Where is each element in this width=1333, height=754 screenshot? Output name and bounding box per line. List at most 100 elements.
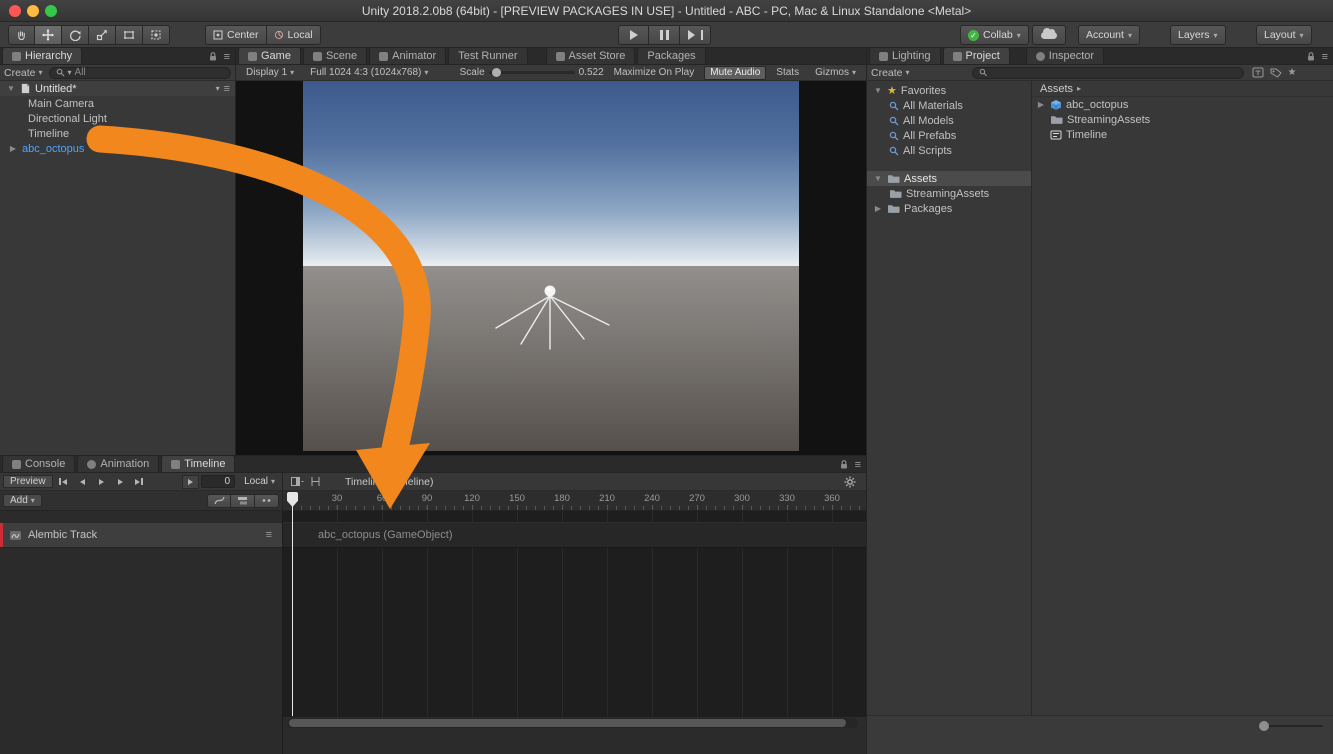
tab-scene[interactable]: Scene xyxy=(303,47,367,64)
lock-icon[interactable] xyxy=(839,459,849,470)
collab-button[interactable]: ✓ Collab ▾ xyxy=(960,25,1029,45)
goto-end-button[interactable] xyxy=(131,475,148,489)
timeline-ruler[interactable]: 306090120150180210240270300330360 xyxy=(283,491,866,511)
expander-icon[interactable]: ▼ xyxy=(873,86,883,95)
panel-menu-icon[interactable]: ≡ xyxy=(224,52,230,62)
scale-slider-handle[interactable] xyxy=(492,68,501,77)
expander-icon[interactable]: ▼ xyxy=(873,174,883,183)
scale-tool-button[interactable] xyxy=(89,25,116,45)
hand-tool-button[interactable] xyxy=(8,25,35,45)
scene-header-row[interactable]: ▼ Untitled* ▾ ≡ xyxy=(0,81,235,96)
move-tool-button[interactable] xyxy=(35,25,62,45)
close-button[interactable] xyxy=(9,5,21,17)
transform-tool-button[interactable] xyxy=(143,25,170,45)
hierarchy-item-abc-octopus[interactable]: ▶ abc_octopus xyxy=(0,141,235,156)
file-abc-octopus[interactable]: ▶ abc_octopus xyxy=(1032,97,1333,112)
pause-button[interactable] xyxy=(649,25,680,45)
search-by-type-icon[interactable] xyxy=(1252,67,1264,78)
favorites-row[interactable]: ▼ ★ Favorites xyxy=(867,83,1031,98)
panel-menu-icon[interactable]: ≡ xyxy=(1322,52,1328,62)
scale-slider[interactable] xyxy=(489,71,575,74)
clip-view-toggle[interactable] xyxy=(231,494,255,508)
play-button[interactable] xyxy=(618,25,649,45)
maximize-on-play-button[interactable]: Maximize On Play xyxy=(608,66,701,80)
tab-test-runner[interactable]: Test Runner xyxy=(448,47,527,64)
step-button[interactable] xyxy=(680,25,711,45)
minimize-button[interactable] xyxy=(27,5,39,17)
timeline-lanes[interactable]: abc_octopus (GameObject) xyxy=(283,511,866,717)
stats-button[interactable]: Stats xyxy=(770,66,805,80)
curves-view-toggle[interactable] xyxy=(207,494,231,508)
favorite-all-materials[interactable]: All Materials xyxy=(867,98,1031,113)
expander-icon[interactable]: ▶ xyxy=(873,204,883,213)
tab-lighting[interactable]: Lighting xyxy=(869,47,941,64)
next-frame-button[interactable] xyxy=(112,475,129,489)
hierarchy-item-timeline[interactable]: Timeline xyxy=(0,126,235,141)
saved-search-star-icon[interactable]: ★ xyxy=(1288,67,1297,78)
preview-toggle-button[interactable]: Preview xyxy=(3,475,53,488)
favorite-all-models[interactable]: All Models xyxy=(867,113,1031,128)
account-button[interactable]: Account ▾ xyxy=(1078,25,1140,45)
project-search-field[interactable] xyxy=(972,67,1244,79)
timeline-asset-title[interactable]: Timeline (Timeline) xyxy=(345,476,434,488)
tab-asset-store[interactable]: Asset Store xyxy=(546,47,636,64)
display-dropdown[interactable]: Display 1 ▾ xyxy=(240,66,300,80)
tab-inspector[interactable]: Inspector xyxy=(1026,47,1104,64)
goto-start-button[interactable] xyxy=(55,475,72,489)
alembic-track-lane[interactable]: abc_octopus (GameObject) xyxy=(283,522,866,548)
project-search-input[interactable] xyxy=(990,67,1236,78)
snap-toggle-icon[interactable] xyxy=(310,476,321,487)
expander-icon[interactable]: ▶ xyxy=(1036,100,1046,109)
track-menu-icon[interactable]: ≡ xyxy=(266,530,272,540)
scrollbar-thumb[interactable] xyxy=(289,719,846,727)
layout-button[interactable]: Layout ▾ xyxy=(1256,25,1312,45)
scene-menu-icon[interactable]: ≡ xyxy=(224,84,230,94)
favorite-all-scripts[interactable]: All Scripts xyxy=(867,143,1031,158)
packages-folder-row[interactable]: ▶ Packages xyxy=(867,201,1031,216)
streamingassets-folder-row[interactable]: StreamingAssets xyxy=(867,186,1031,201)
search-by-label-icon[interactable] xyxy=(1270,67,1282,78)
insert-clip-icon[interactable] xyxy=(291,476,304,487)
add-track-button[interactable]: Add ▾ xyxy=(3,494,42,507)
pivot-local-button[interactable]: Local xyxy=(267,25,321,45)
favorite-all-prefabs[interactable]: All Prefabs xyxy=(867,128,1031,143)
settings-gear-icon[interactable] xyxy=(844,476,856,488)
play-range-toggle[interactable] xyxy=(182,475,199,489)
expander-icon[interactable]: ▶ xyxy=(8,144,18,153)
alembic-track-header[interactable]: Alembic Track ≡ xyxy=(0,522,282,548)
hierarchy-item-main-camera[interactable]: Main Camera xyxy=(0,96,235,111)
tab-animation[interactable]: Animation xyxy=(77,455,159,472)
file-streamingassets[interactable]: StreamingAssets xyxy=(1032,112,1333,127)
file-timeline[interactable]: Timeline xyxy=(1032,127,1333,142)
timeline-play-button[interactable] xyxy=(93,475,110,489)
breadcrumb[interactable]: Assets ▸ xyxy=(1032,81,1333,97)
previous-frame-button[interactable] xyxy=(74,475,91,489)
rotate-tool-button[interactable] xyxy=(62,25,89,45)
create-button[interactable]: Create ▾ xyxy=(4,67,43,79)
markers-view-toggle[interactable] xyxy=(255,494,279,508)
project-create-button[interactable]: Create ▾ xyxy=(871,67,910,79)
layers-button[interactable]: Layers ▾ xyxy=(1170,25,1226,45)
gizmos-dropdown[interactable]: Gizmos ▾ xyxy=(809,66,862,80)
aspect-dropdown[interactable]: Full 1024 4:3 (1024x768) ▾ xyxy=(304,66,434,80)
thumbnail-zoom-slider[interactable] xyxy=(1261,725,1323,727)
timecode-dropdown[interactable]: Local ▾ xyxy=(237,475,282,488)
pivot-center-button[interactable]: Center xyxy=(205,25,267,45)
hierarchy-search-field[interactable]: ▾ All xyxy=(49,67,231,79)
timeline-horizontal-scrollbar[interactable] xyxy=(287,718,858,728)
panel-menu-icon[interactable]: ≡ xyxy=(855,460,861,470)
tab-hierarchy[interactable]: Hierarchy xyxy=(2,47,82,64)
lock-icon[interactable] xyxy=(1306,51,1316,62)
expander-icon[interactable]: ▼ xyxy=(6,84,16,93)
tab-animator[interactable]: Animator xyxy=(369,47,446,64)
tab-timeline[interactable]: Timeline xyxy=(161,455,235,472)
cloud-services-button[interactable] xyxy=(1032,25,1066,45)
mute-audio-button[interactable]: Mute Audio xyxy=(704,66,766,80)
frame-field[interactable]: 0 xyxy=(201,475,235,488)
tab-project[interactable]: Project xyxy=(943,47,1010,64)
lock-icon[interactable] xyxy=(208,51,218,62)
scene-dropdown-icon[interactable]: ▾ xyxy=(216,84,220,93)
fullscreen-button[interactable] xyxy=(45,5,57,17)
zoom-slider-handle[interactable] xyxy=(1259,721,1269,731)
tab-console[interactable]: Console xyxy=(2,455,75,472)
